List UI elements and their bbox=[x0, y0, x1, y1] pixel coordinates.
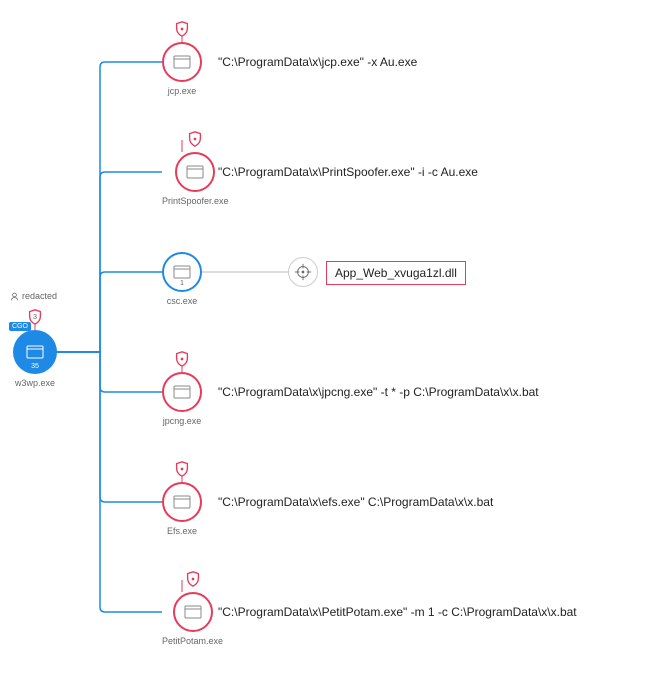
process-label: PrintSpoofer.exe bbox=[162, 196, 229, 206]
window-icon bbox=[173, 55, 191, 69]
tree-connectors bbox=[0, 0, 649, 684]
child-node-jcp[interactable]: jcp.exe bbox=[162, 42, 202, 96]
process-label: PetitPotam.exe bbox=[162, 636, 223, 646]
shield-icon bbox=[184, 570, 202, 588]
cgo-tag: CGO bbox=[9, 322, 31, 331]
child-node-printspoofer[interactable]: PrintSpoofer.exe bbox=[162, 152, 229, 206]
process-label: jpcng.exe bbox=[163, 416, 202, 426]
process-label: Efs.exe bbox=[167, 526, 197, 536]
shield-icon bbox=[186, 130, 204, 148]
cmd-text-petitpotam: "C:\ProgramData\x\PetitPotam.exe" -m 1 -… bbox=[218, 605, 577, 619]
process-count: 35 bbox=[31, 363, 39, 370]
cmd-text-jpcng: "C:\ProgramData\x\jpcng.exe" -t * -p C:\… bbox=[218, 385, 539, 399]
process-circle[interactable] bbox=[162, 482, 202, 522]
crosshair-icon bbox=[294, 263, 312, 281]
process-circle[interactable] bbox=[173, 592, 213, 632]
window-icon bbox=[173, 495, 191, 509]
target-icon[interactable] bbox=[288, 257, 318, 287]
child-node-efs[interactable]: Efs.exe bbox=[162, 482, 202, 536]
child-node-petitpotam[interactable]: PetitPotam.exe bbox=[162, 592, 223, 646]
cmd-text-printspoofer: "C:\ProgramData\x\PrintSpoofer.exe" -i -… bbox=[218, 165, 478, 179]
child-node-jpcng[interactable]: jpcng.exe bbox=[162, 372, 202, 426]
user-icon bbox=[10, 292, 19, 301]
window-icon bbox=[186, 165, 204, 179]
process-circle[interactable] bbox=[175, 152, 215, 192]
window-icon bbox=[173, 265, 191, 279]
process-circle[interactable]: 1 bbox=[162, 252, 202, 292]
shield-icon bbox=[173, 20, 191, 38]
cmd-text-efs: "C:\ProgramData\x\efs.exe" C:\ProgramDat… bbox=[218, 495, 493, 509]
dll-label[interactable]: App_Web_xvuga1zl.dll bbox=[326, 261, 466, 285]
shield-icon bbox=[173, 350, 191, 368]
process-label: w3wp.exe bbox=[15, 378, 55, 388]
window-icon bbox=[184, 605, 202, 619]
cmd-text-jcp: "C:\ProgramData\x\jcp.exe" -x Au.exe bbox=[218, 55, 417, 69]
process-label: csc.exe bbox=[167, 296, 198, 306]
process-circle[interactable]: 35 bbox=[13, 330, 57, 374]
process-label: jcp.exe bbox=[168, 86, 197, 96]
user-name: redacted bbox=[22, 291, 57, 301]
shield-icon bbox=[173, 460, 191, 478]
process-circle[interactable] bbox=[162, 372, 202, 412]
child-node-csc[interactable]: 1 csc.exe bbox=[162, 252, 202, 306]
shield-count: 3 bbox=[33, 312, 37, 321]
window-icon bbox=[173, 385, 191, 399]
process-circle[interactable] bbox=[162, 42, 202, 82]
root-node[interactable]: 3 CGO 35 w3wp.exe bbox=[13, 330, 57, 388]
user-label: redacted bbox=[10, 291, 57, 301]
process-count: 1 bbox=[180, 280, 184, 287]
window-icon bbox=[26, 345, 44, 359]
